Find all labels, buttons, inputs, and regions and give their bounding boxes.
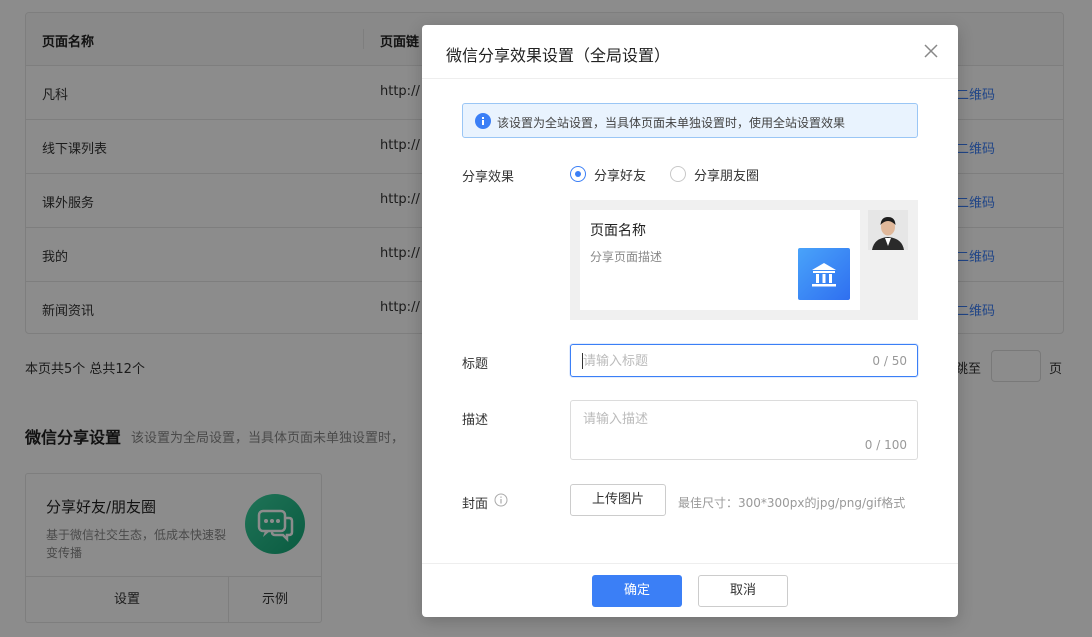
title-label: 标题 xyxy=(462,357,489,372)
description-input[interactable] xyxy=(583,408,903,432)
notice-text: 该设置为全站设置，当具体页面未单独设置时，使用全站设置效果 xyxy=(497,116,846,130)
upload-image-button[interactable]: 上传图片 xyxy=(570,484,666,516)
preview-description: 分享页面描述 xyxy=(590,250,663,264)
share-effect-label: 分享效果 xyxy=(462,170,515,185)
avatar xyxy=(868,210,908,250)
cover-label: 封面 xyxy=(462,497,489,512)
title-input[interactable] xyxy=(583,352,853,370)
info-icon xyxy=(475,113,491,129)
radio-share-moments[interactable]: 分享朋友圈 xyxy=(670,165,760,184)
preview-message-card: 页面名称 分享页面描述 xyxy=(580,210,860,310)
dialog-header: 微信分享效果设置（全局设置） xyxy=(422,25,958,79)
preview-title: 页面名称 xyxy=(590,223,646,239)
description-char-counter: 0 / 100 xyxy=(864,438,907,452)
dialog-title: 微信分享效果设置（全局设置） xyxy=(446,46,671,65)
share-preview: 页面名称 分享页面描述 xyxy=(570,200,918,320)
description-field[interactable]: 0 / 100 xyxy=(570,400,918,460)
confirm-button[interactable]: 确定 xyxy=(592,575,682,607)
radio-checked-icon[interactable] xyxy=(570,166,586,182)
bank-building-icon xyxy=(798,248,850,300)
radio-label: 分享好友 xyxy=(594,168,647,184)
radio-unchecked-icon[interactable] xyxy=(670,166,686,182)
close-icon[interactable] xyxy=(922,42,940,60)
share-settings-dialog: 微信分享效果设置（全局设置） 该设置为全站设置，当具体页面未单独设置时，使用全站… xyxy=(422,25,958,617)
title-field[interactable]: 0 / 50 xyxy=(570,344,918,377)
cancel-button[interactable]: 取消 xyxy=(698,575,788,607)
upload-hint: 最佳尺寸：300*300px的jpg/png/gif格式 xyxy=(678,496,906,510)
dialog-footer: 确定 取消 xyxy=(422,563,958,617)
help-icon[interactable] xyxy=(494,493,508,507)
description-label: 描述 xyxy=(462,413,489,428)
radio-label: 分享朋友圈 xyxy=(694,168,760,184)
radio-share-friend[interactable]: 分享好友 xyxy=(570,165,647,184)
info-notice: 该设置为全站设置，当具体页面未单独设置时，使用全站设置效果 xyxy=(462,103,918,138)
title-char-counter: 0 / 50 xyxy=(872,354,907,368)
